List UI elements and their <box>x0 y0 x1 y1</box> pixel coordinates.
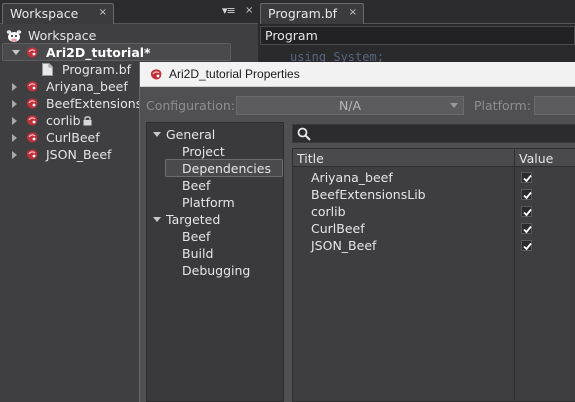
close-icon[interactable]: × <box>349 7 357 18</box>
dependency-row[interactable]: BeefExtensionsLib <box>293 186 575 203</box>
platform-label: Platform: <box>474 98 531 113</box>
category-build[interactable]: Build <box>182 245 213 262</box>
project-icon <box>150 69 162 80</box>
category-dependencies[interactable]: Dependencies <box>182 160 271 177</box>
dependency-row[interactable]: Ariyana_beef <box>293 169 575 186</box>
category-project[interactable]: Project <box>182 143 225 160</box>
project-icon <box>26 115 38 126</box>
configuration-combo[interactable]: N/A <box>236 96 464 115</box>
type-navigation-combo[interactable]: Program <box>260 26 575 45</box>
column-value-header[interactable]: Value <box>519 151 553 166</box>
editor-tab-bar: Program.bf × <box>260 0 575 24</box>
checkmark-icon <box>523 208 532 217</box>
file-icon <box>42 63 53 76</box>
workspace-root-label: Workspace <box>28 28 97 43</box>
editor-tab-program-bf[interactable]: Program.bf × <box>260 3 364 24</box>
category-tree: General Project Dependencies Beef Platfo… <box>146 122 284 402</box>
tree-item-label: Ariyana_beef <box>46 79 128 94</box>
chevron-right-icon[interactable] <box>12 100 17 108</box>
workspace-cow-icon <box>6 30 22 42</box>
dependency-checkbox[interactable] <box>521 189 532 200</box>
dependency-title: BeefExtensionsLib <box>311 187 426 202</box>
checkmark-icon <box>523 225 532 234</box>
chevron-right-icon[interactable] <box>12 117 17 125</box>
chevron-down-icon[interactable] <box>12 50 20 55</box>
list-header: Title Value <box>293 149 575 167</box>
category-targeted-beef[interactable]: Beef <box>182 228 210 245</box>
tree-item-label: CurlBeef <box>46 130 100 145</box>
tree-item-label: Ari2D_tutorial* <box>46 45 151 60</box>
chevron-down-icon[interactable] <box>153 132 161 137</box>
dialog-title: Ari2D_tutorial Properties <box>169 67 300 81</box>
tree-item-label: corlib <box>46 113 81 128</box>
search-icon <box>297 127 311 141</box>
dependency-checkbox[interactable] <box>521 240 532 251</box>
workspace-tab-bar: Workspace × ▾≡ × <box>0 0 258 24</box>
dependency-checkbox[interactable] <box>521 172 532 183</box>
dependency-search-input[interactable] <box>292 124 575 143</box>
workspace-tab[interactable]: Workspace × <box>2 3 114 24</box>
dependency-title: JSON_Beef <box>311 238 377 253</box>
workspace-tab-label: Workspace <box>10 6 79 21</box>
category-debugging[interactable]: Debugging <box>182 262 250 279</box>
category-beef[interactable]: Beef <box>182 177 210 194</box>
chevron-right-icon[interactable] <box>12 134 17 142</box>
category-platform[interactable]: Platform <box>182 194 235 211</box>
tree-item-label: JSON_Beef <box>46 147 112 162</box>
dependency-row[interactable]: CurlBeef <box>293 220 575 237</box>
category-label: Targeted <box>166 212 221 227</box>
dependency-row[interactable]: JSON_Beef <box>293 237 575 254</box>
checkmark-icon <box>523 191 532 200</box>
dependency-checkbox[interactable] <box>521 223 532 234</box>
column-title-header[interactable]: Title <box>297 151 324 166</box>
chevron-down-icon <box>450 103 458 108</box>
dependency-title: corlib <box>311 204 346 219</box>
dependency-row[interactable]: corlib <box>293 203 575 220</box>
category-label: General <box>166 127 216 142</box>
editor-tab-label: Program.bf <box>268 6 338 21</box>
platform-combo[interactable] <box>534 96 575 115</box>
dependency-title: Ariyana_beef <box>311 170 393 185</box>
checkmark-icon <box>523 242 532 251</box>
project-icon <box>26 47 38 58</box>
project-icon <box>26 132 38 143</box>
panel-close-icon[interactable]: × <box>245 5 253 16</box>
dependency-checkbox[interactable] <box>521 206 532 217</box>
configuration-value: N/A <box>338 98 362 113</box>
dependencies-list: Title Value Ariyana_beef BeefExtensionsL… <box>292 148 575 402</box>
lock-icon <box>83 116 92 126</box>
project-icon <box>26 81 38 92</box>
chevron-right-icon[interactable] <box>12 151 17 159</box>
checkmark-icon <box>523 174 532 183</box>
project-icon <box>26 149 38 160</box>
configuration-label: Configuration: <box>146 98 235 113</box>
chevron-right-icon[interactable] <box>12 83 17 91</box>
chevron-down-icon[interactable] <box>153 217 161 222</box>
tree-item-label: Program.bf <box>62 62 132 77</box>
project-icon <box>26 98 38 109</box>
properties-dialog: Ari2D_tutorial Properties Configuration:… <box>139 62 575 402</box>
tree-item-label: BeefExtensionsL <box>46 96 150 111</box>
close-icon[interactable]: × <box>99 7 107 18</box>
panel-menu-icon[interactable]: ▾≡ <box>222 4 236 17</box>
dependency-title: CurlBeef <box>311 221 365 236</box>
dialog-title-bar[interactable]: Ari2D_tutorial Properties <box>140 62 575 87</box>
